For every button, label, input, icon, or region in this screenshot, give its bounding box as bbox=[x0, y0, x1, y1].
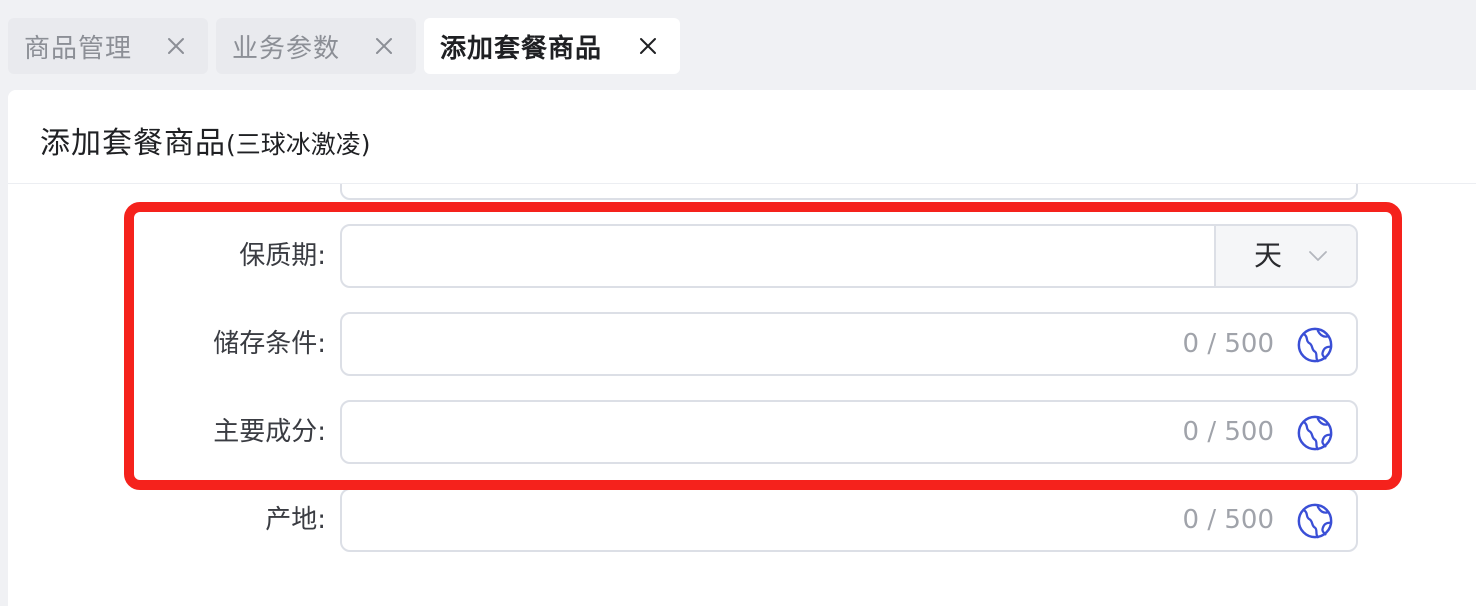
shelf-life-label: 保质期: bbox=[239, 241, 326, 271]
panel-header: 添加套餐商品(三球冰激凌) bbox=[8, 90, 1476, 184]
tab-label: 业务参数 bbox=[232, 33, 341, 64]
ingredients-char-counter: 0 / 500 bbox=[1182, 417, 1274, 447]
unit-selected-value: 天 bbox=[1254, 239, 1283, 272]
tab-add-combo-product[interactable]: 添加套餐商品 bbox=[424, 18, 680, 74]
form-panel: 添加套餐商品(三球冰激凌) 保质期: 天 储存条件: 0 / 500 主要成分:… bbox=[8, 90, 1476, 606]
origin-field: 0 / 500 bbox=[340, 488, 1358, 552]
ingredients-input[interactable] bbox=[342, 402, 1122, 462]
storage-input[interactable] bbox=[342, 314, 1122, 374]
shelf-life-field: 天 bbox=[340, 224, 1358, 288]
origin-label: 产地: bbox=[265, 505, 326, 535]
page-title: 添加套餐商品(三球冰激凌) bbox=[40, 118, 371, 162]
shelf-life-input[interactable] bbox=[342, 226, 1216, 286]
tab-product-management[interactable]: 商品管理 bbox=[8, 18, 208, 74]
globe-icon[interactable] bbox=[1296, 414, 1334, 452]
tab-business-params[interactable]: 业务参数 bbox=[216, 18, 416, 74]
close-icon[interactable] bbox=[638, 36, 658, 56]
tab-label: 添加套餐商品 bbox=[440, 33, 603, 64]
globe-icon[interactable] bbox=[1296, 502, 1334, 540]
close-icon[interactable] bbox=[374, 36, 394, 56]
storage-label: 储存条件: bbox=[213, 329, 326, 359]
storage-char-counter: 0 / 500 bbox=[1182, 329, 1274, 359]
ingredients-field: 0 / 500 bbox=[340, 400, 1358, 464]
shelf-life-unit-select[interactable]: 天 bbox=[1214, 226, 1356, 286]
storage-field: 0 / 500 bbox=[340, 312, 1358, 376]
page-title-text: 添加套餐商品 bbox=[40, 126, 226, 161]
tab-label: 商品管理 bbox=[24, 33, 133, 64]
page-subtitle: (三球冰激凌) bbox=[226, 130, 371, 159]
globe-icon[interactable] bbox=[1296, 326, 1334, 364]
ingredients-label: 主要成分: bbox=[213, 417, 326, 447]
chevron-down-icon bbox=[1309, 251, 1327, 261]
origin-input[interactable] bbox=[342, 490, 1122, 550]
origin-char-counter: 0 / 500 bbox=[1182, 505, 1274, 535]
close-icon[interactable] bbox=[166, 36, 186, 56]
tab-bar: 商品管理 业务参数 添加套餐商品 bbox=[0, 0, 1476, 90]
